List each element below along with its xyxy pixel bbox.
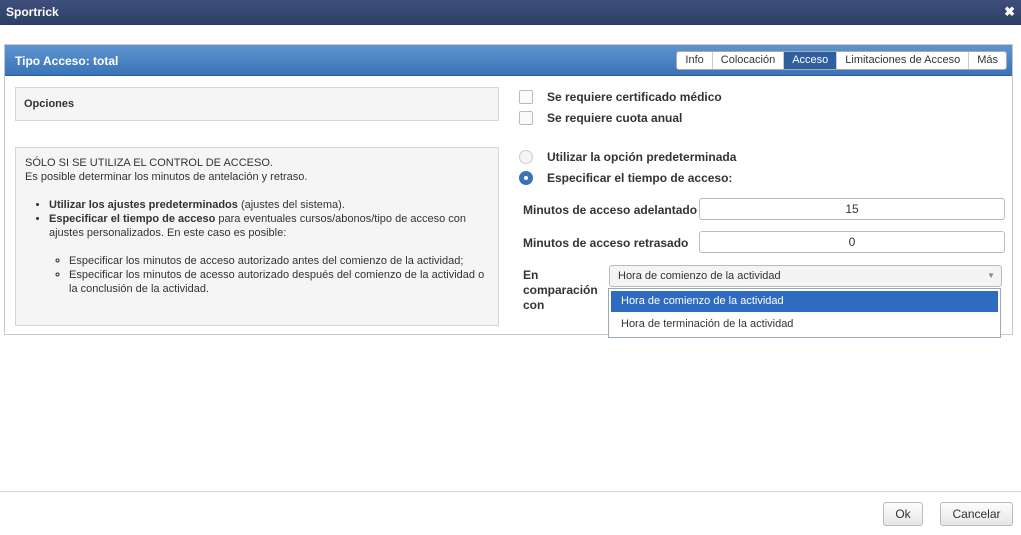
window-titlebar: Sportrick ✖ bbox=[0, 0, 1021, 25]
tab-acceso[interactable]: Acceso bbox=[784, 52, 838, 69]
default-option-label: Utilizar la opción predeterminada bbox=[547, 150, 737, 164]
tab-info[interactable]: Info bbox=[677, 52, 713, 69]
help-line-1: SÓLO SI SE UTILIZA EL CONTROL DE ACCESO. bbox=[25, 157, 273, 169]
help-sublist: Especificar los minutos de acceso autori… bbox=[25, 254, 489, 296]
window-title: Sportrick bbox=[6, 5, 59, 19]
help-sub-before: Especificar los minutos de acceso autori… bbox=[69, 254, 489, 268]
tab-bar: Info Colocación Acceso Limitaciones de A… bbox=[676, 51, 1007, 70]
late-minutes-label: Minutos de acceso retrasado bbox=[523, 236, 689, 250]
cancel-button[interactable]: Cancelar bbox=[940, 502, 1013, 526]
specify-time-radio[interactable] bbox=[519, 171, 533, 185]
default-option-row[interactable]: Utilizar la opción predeterminada bbox=[519, 150, 736, 164]
close-icon[interactable]: ✖ bbox=[1004, 4, 1015, 20]
compare-label: En comparación con bbox=[523, 268, 598, 312]
annual-fee-label: Se requiere cuota anual bbox=[547, 111, 683, 125]
annual-fee-row[interactable]: Se requiere cuota anual bbox=[519, 111, 682, 125]
tab-mas[interactable]: Más bbox=[969, 52, 1006, 69]
help-bullet-custom: Especificar el tiempo de acceso para eve… bbox=[49, 212, 489, 240]
annual-fee-checkbox[interactable] bbox=[519, 111, 533, 125]
advance-minutes-label: Minutos de acceso adelantado bbox=[523, 203, 698, 217]
specify-time-row[interactable]: Especificar el tiempo de acceso: bbox=[519, 171, 732, 185]
help-line-2: Es posible determinar los minutos de ant… bbox=[25, 171, 308, 183]
options-label: Opciones bbox=[24, 98, 75, 110]
panel-title: Tipo Acceso: total bbox=[15, 54, 119, 68]
help-bullet-defaults-text: (ajustes del sistema). bbox=[237, 199, 345, 211]
chevron-down-icon[interactable]: ▼ bbox=[987, 266, 995, 286]
compare-select[interactable]: Hora de comienzo de la actividad ▼ bbox=[609, 265, 1002, 287]
ok-button[interactable]: Ok bbox=[883, 502, 923, 526]
advance-minutes-input[interactable]: 15 bbox=[699, 198, 1005, 220]
help-bullet-defaults: Utilizar los ajustes predeterminados (aj… bbox=[49, 198, 489, 212]
help-bullet-custom-bold: Especificar el tiempo de acceso bbox=[49, 213, 216, 225]
medical-certificate-label: Se requiere certificado médico bbox=[547, 90, 722, 104]
medical-certificate-row[interactable]: Se requiere certificado médico bbox=[519, 90, 722, 104]
help-sub-after: Especificar los minutos de acesso autori… bbox=[69, 268, 489, 296]
medical-certificate-checkbox[interactable] bbox=[519, 90, 533, 104]
default-option-radio[interactable] bbox=[519, 150, 533, 164]
tab-colocacion[interactable]: Colocación bbox=[713, 52, 785, 69]
help-list: Utilizar los ajustes predeterminados (aj… bbox=[25, 198, 489, 240]
compare-select-value: Hora de comienzo de la actividad bbox=[618, 270, 781, 282]
help-box: SÓLO SI SE UTILIZA EL CONTROL DE ACCESO.… bbox=[15, 147, 499, 326]
dropdown-option-end[interactable]: Hora de terminación de la actividad bbox=[611, 314, 998, 335]
compare-dropdown: Hora de comienzo de la actividad Hora de… bbox=[608, 288, 1001, 338]
help-bullet-defaults-bold: Utilizar los ajustes predeterminados bbox=[49, 199, 238, 211]
late-minutes-input[interactable]: 0 bbox=[699, 231, 1005, 253]
panel-header: Tipo Acceso: total Info Colocación Acces… bbox=[5, 45, 1012, 76]
dropdown-option-start[interactable]: Hora de comienzo de la actividad bbox=[611, 291, 998, 312]
tab-limitaciones-de-acceso[interactable]: Limitaciones de Acceso bbox=[837, 52, 970, 69]
specify-time-label: Especificar el tiempo de acceso: bbox=[547, 171, 733, 185]
options-box: Opciones bbox=[15, 87, 499, 121]
footer-divider bbox=[0, 491, 1021, 492]
